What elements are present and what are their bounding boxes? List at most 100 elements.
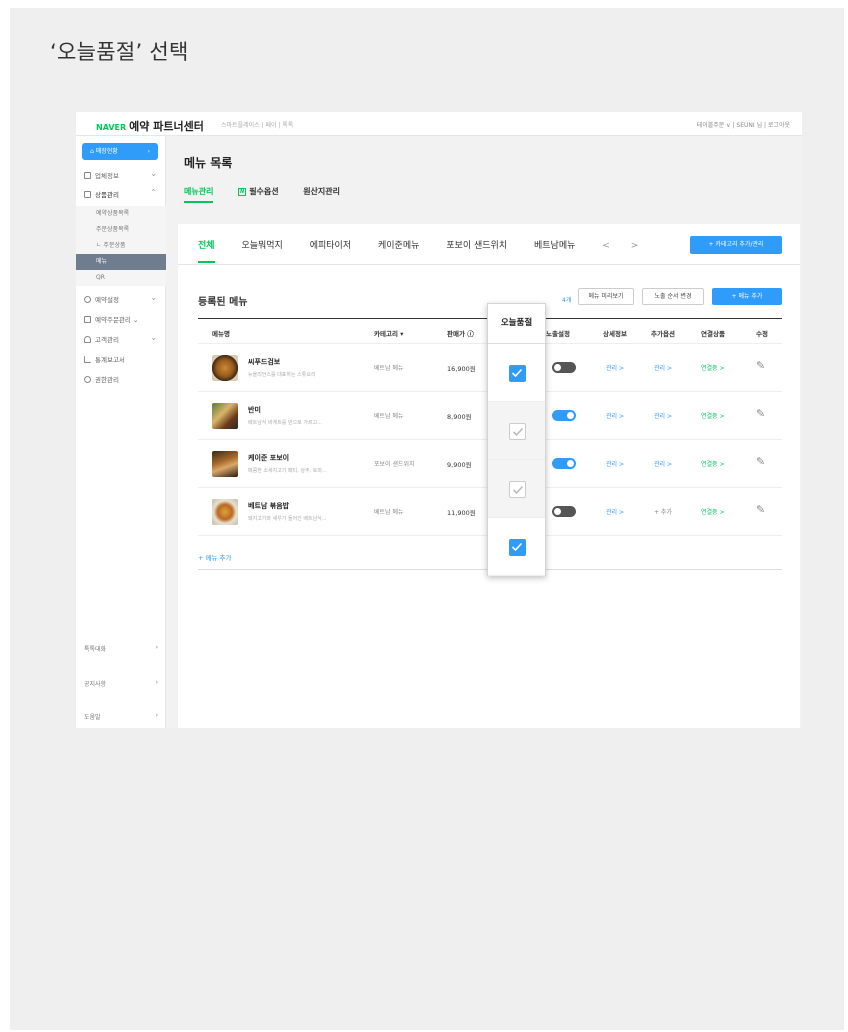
soldout-checkbox-checked[interactable]: [509, 365, 526, 382]
sidebar-sub-reserve-products[interactable]: 예약상품목록: [76, 206, 166, 222]
col-linked: 연결상품: [701, 330, 725, 338]
category-tab[interactable]: 에피타이저: [310, 241, 351, 251]
options-link[interactable]: 관리 >: [654, 459, 672, 468]
category-tab[interactable]: 케이준메뉴: [378, 241, 419, 251]
sidebar-item-talk[interactable]: 톡톡대화 ›: [84, 644, 158, 653]
chevron-up-icon: ⌃: [150, 188, 157, 197]
col-edit: 수정: [756, 330, 768, 338]
menu-price: 9,900원: [447, 461, 472, 469]
menu-description: 뉴올리언스를 대표하는 스튜요리: [248, 372, 316, 378]
add-menu-link[interactable]: + 메뉴 추가: [198, 552, 232, 562]
tab-origin-manage[interactable]: 원산지관리: [303, 187, 340, 196]
soldout-checkbox-disabled: [509, 423, 526, 440]
menu-thumbnail: [212, 499, 238, 525]
menu-thumbnail: [212, 451, 238, 477]
linked-products-link[interactable]: 연결중 >: [701, 363, 725, 372]
detail-link[interactable]: 관리 >: [606, 507, 624, 516]
options-link[interactable]: 관리 >: [654, 411, 672, 420]
display-toggle[interactable]: [552, 506, 576, 517]
sidebar-item-stats[interactable]: 통계보고서: [84, 354, 125, 364]
sidebar-item-customers[interactable]: 고객관리: [84, 334, 119, 344]
grid-icon: [84, 191, 91, 198]
list-title: 등록된 메뉴: [198, 297, 248, 308]
partner-center-screenshot: NAVER 예약 파트너센터 스마트플레이스 | 페이 | 톡톡 테이블주문 ∨ …: [76, 112, 802, 728]
detail-link[interactable]: 관리 >: [606, 411, 624, 420]
menu-preview-button[interactable]: 메뉴 미리보기: [578, 288, 634, 305]
display-order-button[interactable]: 노출 순서 변경: [642, 288, 704, 305]
menu-category: 포보이 샌드위치: [374, 461, 415, 468]
sidebar-item-home[interactable]: ⌂ 매장현황 ›: [82, 143, 158, 160]
category-tab[interactable]: 포보이 샌드위치: [446, 241, 507, 251]
category-tabs: 전체 오늘뭐먹지 에피타이저 케이준메뉴 포보이 샌드위치 베트남메뉴 < >: [198, 238, 656, 263]
edit-pencil-icon[interactable]: ✎: [756, 359, 765, 372]
edit-pencil-icon[interactable]: ✎: [756, 455, 765, 468]
menu-description: 매콤한 소세지고기 패티, 상추, 토마...: [248, 468, 327, 474]
menu-name: 반미: [248, 406, 261, 414]
soldout-cell: [488, 460, 545, 518]
sidebar-item-product-manage[interactable]: 상품관리: [84, 189, 119, 199]
global-nav-bar: NAVER 예약 파트너센터 스마트플레이스 | 페이 | 톡톡 테이블주문 ∨ …: [76, 112, 802, 136]
chevron-right-icon: ›: [155, 644, 158, 651]
sidebar-sub-qr[interactable]: QR: [76, 270, 166, 286]
sidebar-sub-order-item[interactable]: ㄴ 주문상품: [76, 238, 166, 254]
soldout-cell: [488, 518, 545, 576]
page-tabs: 메뉴관리 N 필수옵션 원산지관리: [184, 186, 362, 203]
chevron-right-icon: ›: [155, 679, 158, 686]
person-icon: [84, 336, 91, 343]
col-category[interactable]: 카테고리 ▾: [374, 328, 403, 338]
menu-category: 베트남 메뉴: [374, 509, 404, 516]
tab-required-options[interactable]: N 필수옵션: [238, 187, 279, 196]
chevron-down-icon: ⌄: [150, 169, 157, 178]
checkmark-icon: [511, 368, 523, 378]
chevron-right-icon[interactable]: >: [631, 241, 639, 251]
menu-price: 11,900원: [447, 509, 476, 517]
display-toggle[interactable]: [552, 458, 576, 469]
display-toggle[interactable]: [552, 410, 576, 421]
logo-title: 예약 파트너센터: [129, 120, 204, 133]
calendar-icon: [84, 316, 91, 323]
category-tab[interactable]: 베트남메뉴: [534, 241, 575, 251]
toggle-knob: [554, 508, 561, 515]
sidebar-sub-order-products[interactable]: 주문상품목록: [76, 222, 166, 238]
sidebar-item-reserve-orders[interactable]: 예약주문관리 ⌄: [84, 314, 138, 324]
key-icon: [84, 376, 91, 383]
naver-wordmark: NAVER: [96, 123, 127, 132]
page-title: 메뉴 목록: [184, 156, 233, 170]
category-tab[interactable]: 오늘뭐먹지: [241, 241, 282, 251]
main-content: 메뉴 목록 메뉴관리 N 필수옵션 원산지관리 전체 오늘뭐먹지 에피타이저 케이…: [166, 136, 802, 728]
menu-price: 16,900원: [447, 365, 476, 373]
chart-icon: [84, 356, 91, 363]
sidebar-item-help[interactable]: 도움말 ›: [84, 712, 158, 721]
tab-menu-manage[interactable]: 메뉴관리: [184, 187, 214, 203]
options-link[interactable]: + 추가: [654, 507, 672, 516]
category-tab-all[interactable]: 전체: [198, 241, 215, 263]
service-links[interactable]: 스마트플레이스 | 페이 | 톡톡: [221, 120, 293, 129]
linked-products-link[interactable]: 연결중 >: [701, 459, 725, 468]
gear-icon: [84, 296, 91, 303]
sidebar-item-reserve-settings[interactable]: 예약설정: [84, 294, 119, 304]
checkmark-icon: [512, 485, 524, 495]
soldout-cell: [488, 402, 545, 460]
sidebar-item-notice[interactable]: 공지사항 ›: [84, 679, 158, 688]
detail-link[interactable]: 관리 >: [606, 363, 624, 372]
col-options: 추가옵션: [651, 330, 675, 338]
category-manage-button[interactable]: + 카테고리 추가/관리: [690, 236, 782, 254]
sidebar-item-business-info[interactable]: 업체정보: [84, 170, 119, 180]
edit-pencil-icon[interactable]: ✎: [756, 503, 765, 516]
linked-products-link[interactable]: 연결중 >: [701, 507, 725, 516]
soldout-checkbox-checked[interactable]: [509, 539, 526, 556]
add-menu-button[interactable]: + 메뉴 추가: [712, 288, 782, 305]
user-menu[interactable]: 테이블주문 ∨ | SEUNI 님 | 로그아웃: [697, 120, 790, 129]
detail-link[interactable]: 관리 >: [606, 459, 624, 468]
new-badge: N: [238, 188, 247, 196]
options-link[interactable]: 관리 >: [654, 363, 672, 372]
display-toggle[interactable]: [552, 362, 576, 373]
menu-name: 씨푸드검보: [248, 358, 281, 366]
sidebar-item-permissions[interactable]: 권한관리: [84, 374, 119, 384]
menu-name: 베트남 볶음밥: [248, 502, 290, 510]
sidebar-sub-menu[interactable]: 메뉴: [76, 254, 166, 270]
chevron-left-icon[interactable]: <: [602, 241, 610, 251]
linked-products-link[interactable]: 연결중 >: [701, 411, 725, 420]
edit-pencil-icon[interactable]: ✎: [756, 407, 765, 420]
logo[interactable]: NAVER 예약 파트너센터: [96, 118, 204, 134]
